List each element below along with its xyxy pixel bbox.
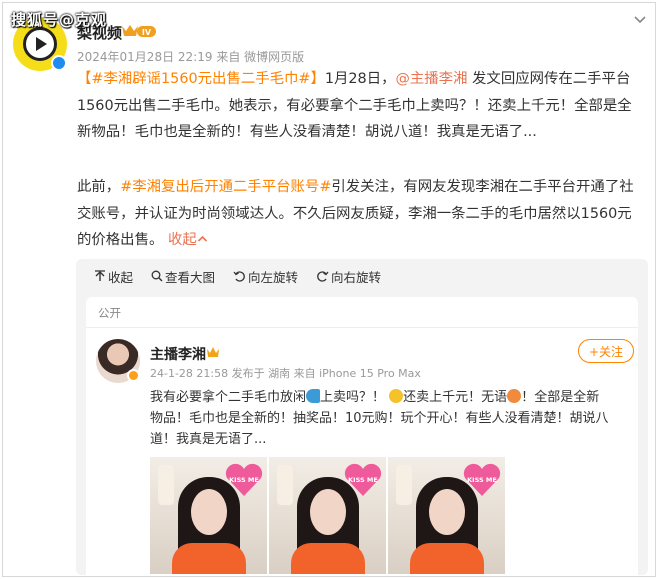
- chevron-up-icon: [197, 235, 207, 242]
- rotate-right-button[interactable]: 向右旋转: [316, 267, 381, 286]
- post-date-text: 1月28日，: [324, 71, 396, 87]
- view-large-button[interactable]: 查看大图: [151, 267, 215, 286]
- collapse-label: 收起: [108, 269, 134, 285]
- watermark: 搜狐号@克观: [11, 11, 108, 29]
- thumbnail-image: KISS ME: [150, 457, 267, 574]
- screenshot-text-part: 我有必要拿个二手毛巾放闲: [150, 390, 307, 405]
- vip-badge-icon: [127, 369, 140, 382]
- post-paragraph-1: 【#李湘辟谣1560元出售二手毛巾#】1月28日，@主播李湘 发文回应网传在二手…: [77, 66, 645, 146]
- post-timestamp[interactable]: 2024年01月28日 22:19: [77, 50, 212, 64]
- collapse-link[interactable]: 收起: [168, 232, 208, 248]
- svg-text:IV: IV: [142, 28, 152, 37]
- embedded-screenshot: 公开 主播李湘 24-1-28 21:58 发布于 湖南 来自 iPhone 1…: [86, 297, 638, 575]
- post-source: 来自 微博网页版: [216, 50, 305, 64]
- chevron-down-icon[interactable]: [633, 13, 647, 27]
- screenshot-thumbnails: KISS ME KISS ME KISS ME: [150, 457, 507, 574]
- collapse-arrow-icon: [95, 270, 105, 281]
- divider: [86, 327, 638, 328]
- screenshot-text-part: 还卖上千元！无语: [403, 390, 508, 405]
- view-large-label: 查看大图: [165, 269, 216, 285]
- svg-text:KISS ME: KISS ME: [467, 476, 497, 484]
- verified-badge-icon: [51, 55, 67, 71]
- screenshot-author-name: 主播李湘: [150, 347, 206, 363]
- rotate-right-label: 向右旋转: [331, 269, 382, 285]
- crown-icon: [207, 347, 219, 357]
- rotate-left-label: 向左旋转: [248, 269, 299, 285]
- level-badge-icon: IV: [122, 25, 156, 37]
- follow-button: +关注: [578, 339, 634, 363]
- weibo-post-card: 搜狐号@克观 梨视频 IV 2024年01月28日 22:19 来自 微博网页版…: [2, 2, 656, 577]
- thumbnail-image: KISS ME: [269, 457, 386, 574]
- play-logo-icon: [23, 27, 57, 61]
- collapse-button[interactable]: 收起: [94, 267, 133, 286]
- fish-emoji-icon: [306, 389, 321, 403]
- screenshot-meta: 24-1-28 21:58 发布于 湖南 来自 iPhone 15 Pro Ma…: [150, 367, 421, 380]
- thumbnail-image: KISS ME: [388, 457, 505, 574]
- post-paragraph-2: 此前，#李湘复出后开通二手平台账号#引发关注，有网友发现李湘在二手平台开通了社交…: [77, 174, 645, 254]
- svg-text:KISS ME: KISS ME: [229, 476, 259, 484]
- screenshot-text-part: 上卖吗？！: [320, 390, 386, 405]
- rotate-right-icon: [317, 271, 329, 282]
- bracket-close: 】: [310, 71, 325, 87]
- mention-link[interactable]: @主播李湘: [396, 71, 468, 87]
- rotate-left-icon: [233, 271, 245, 282]
- image-viewer: 收起 查看大图 向左旋转 向右旋转 公开 主播李湘 24-1-28 21:58 …: [76, 259, 648, 575]
- angry-emoji-icon: [507, 389, 522, 403]
- speechless-emoji-icon: [389, 389, 404, 403]
- post-text-lead: 此前，: [77, 179, 121, 195]
- bracket-open: 【: [77, 71, 92, 87]
- hashtag-link[interactable]: #李湘复出后开通二手平台账号#: [120, 179, 331, 195]
- image-toolbar: 收起 查看大图 向左旋转 向右旋转: [76, 259, 648, 293]
- hashtag-link[interactable]: #李湘辟谣1560元出售二手毛巾#: [91, 71, 310, 87]
- post-meta: 2024年01月28日 22:19 来自 微博网页版: [77, 48, 304, 65]
- magnifier-icon: [151, 270, 163, 282]
- visibility-label: 公开: [98, 306, 121, 320]
- rotate-left-button[interactable]: 向左旋转: [233, 267, 298, 286]
- screenshot-post-text: 我有必要拿个二手毛巾放闲 上卖吗？！ 还卖上千元！无语 ！全部是全新物品！毛巾也是全…: [150, 387, 610, 450]
- svg-text:KISS ME: KISS ME: [348, 476, 378, 484]
